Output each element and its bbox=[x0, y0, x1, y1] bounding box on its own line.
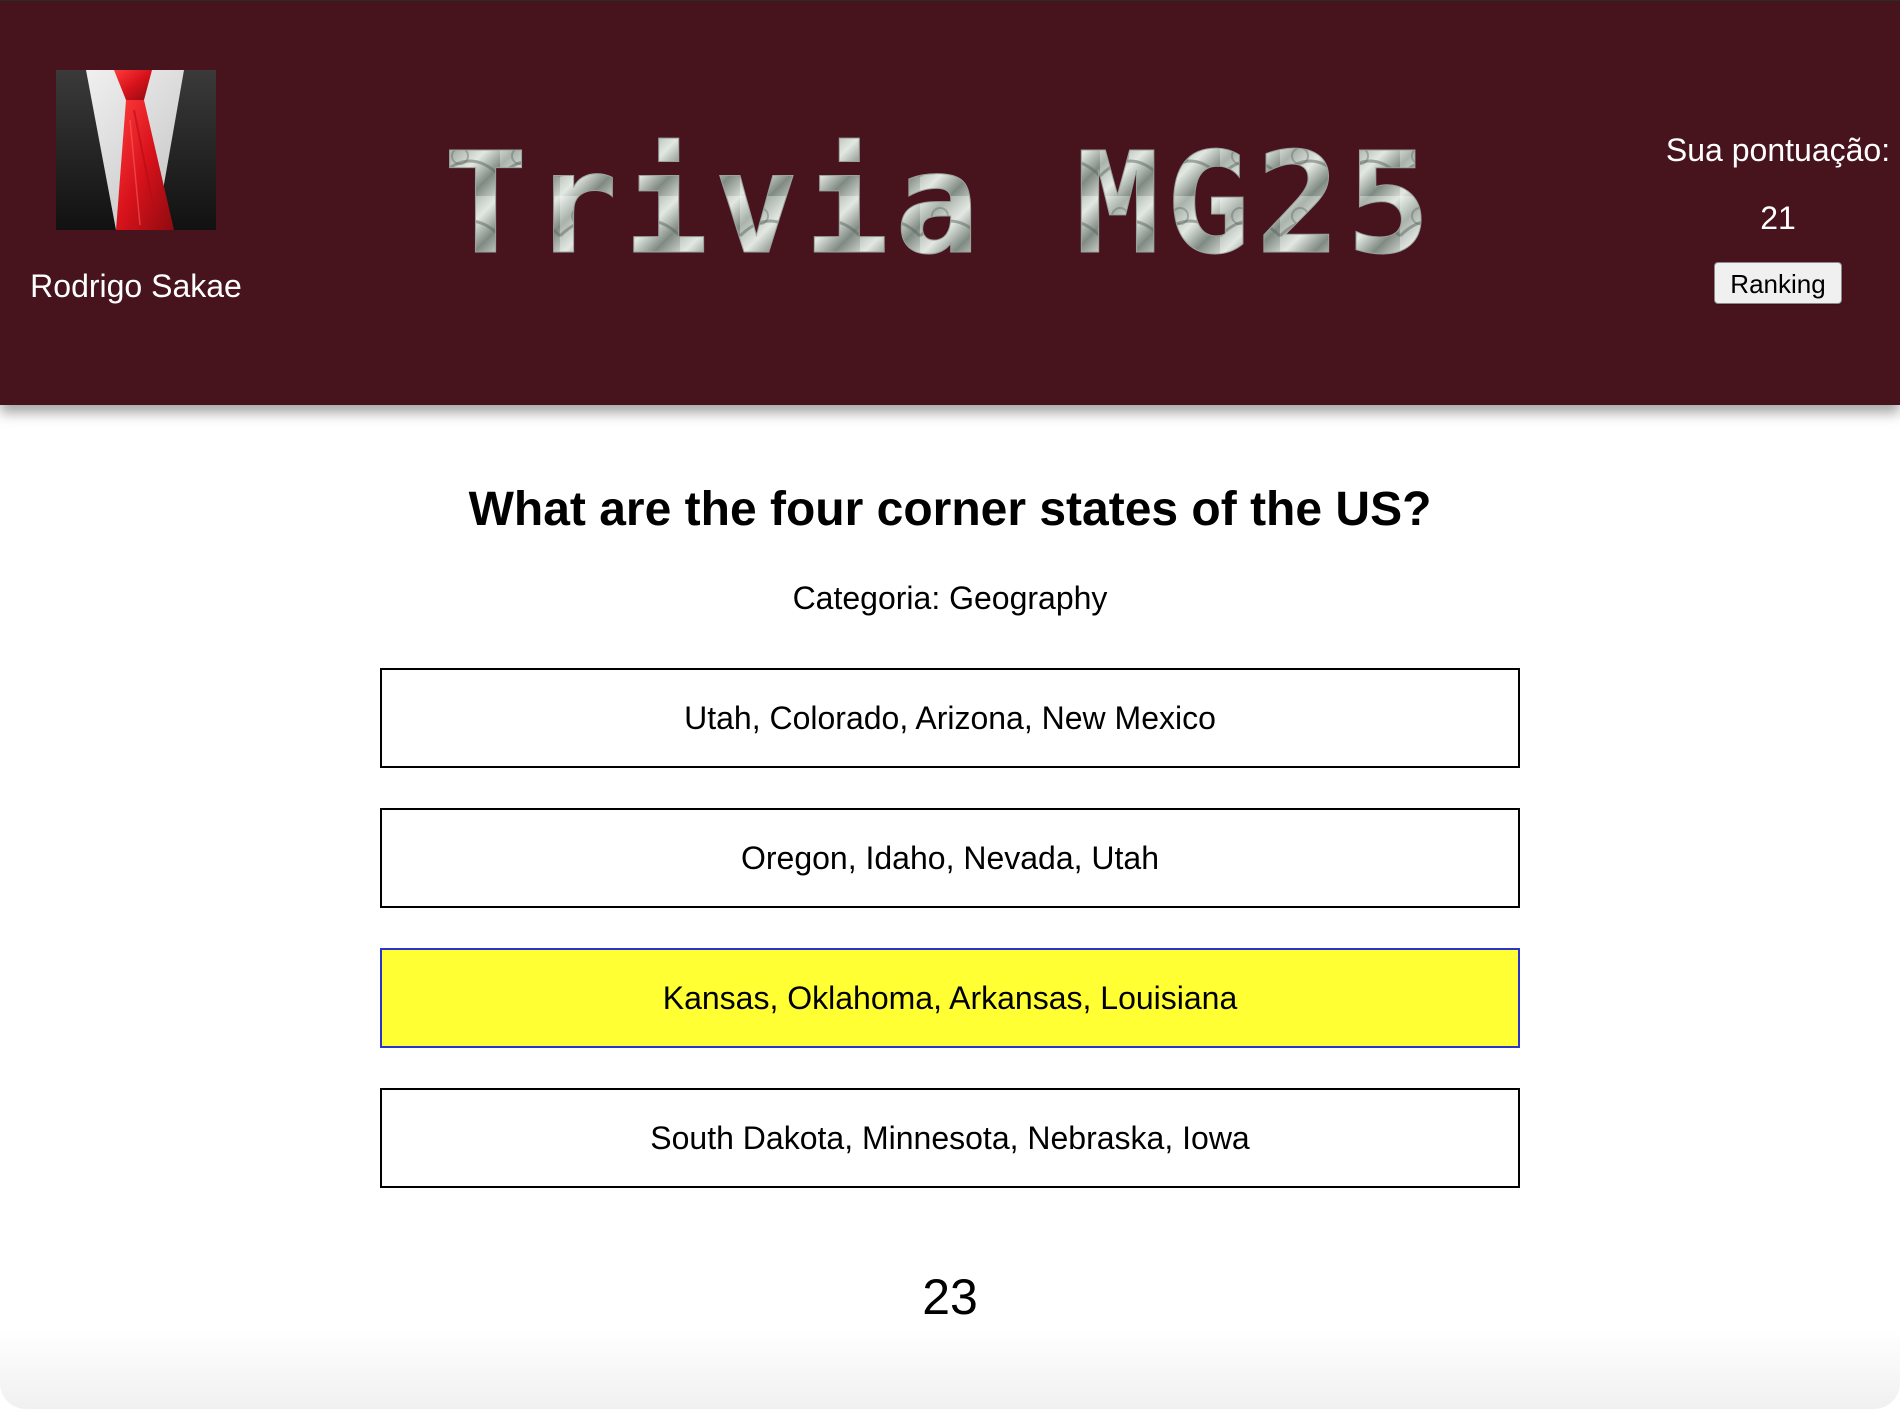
answer-option-1[interactable]: Utah, Colorado, Arizona, New Mexico bbox=[380, 668, 1520, 768]
countdown-timer: 23 bbox=[922, 1269, 978, 1325]
answer-label: Oregon, Idaho, Nevada, Utah bbox=[740, 839, 1160, 876]
answer-option-3[interactable]: Kansas, Oklahoma, Arkansas, Louisiana bbox=[380, 948, 1520, 1048]
header-bar: Rodrigo Sakae Trivia MG25 Sua pontuação:… bbox=[0, 0, 1900, 405]
tie-avatar-image bbox=[56, 70, 216, 230]
answer-option-2[interactable]: Oregon, Idaho, Nevada, Utah bbox=[380, 808, 1520, 908]
score-value: 21 bbox=[1760, 200, 1796, 236]
answer-option-4[interactable]: South Dakota, Minnesota, Nebraska, Iowa bbox=[380, 1088, 1520, 1188]
answer-label: South Dakota, Minnesota, Nebraska, Iowa bbox=[650, 1119, 1250, 1156]
page-bottom-shadow bbox=[0, 1329, 1900, 1409]
answer-list: Utah, Colorado, Arizona, New Mexico Oreg… bbox=[380, 668, 1520, 1228]
trivia-logo-wordmark: Trivia MG25 bbox=[443, 123, 1436, 287]
score-panel: Sua pontuação: 21 Ranking bbox=[1656, 126, 1900, 304]
answer-label: Kansas, Oklahoma, Arkansas, Louisiana bbox=[662, 979, 1238, 1016]
trivia-page: Rodrigo Sakae Trivia MG25 Sua pontuação:… bbox=[0, 0, 1900, 1409]
question-text: What are the four corner states of the U… bbox=[468, 483, 1432, 536]
avatar bbox=[56, 70, 216, 230]
app-logo: Trivia MG25 bbox=[440, 123, 1440, 287]
answer-label: Utah, Colorado, Arizona, New Mexico bbox=[684, 699, 1216, 736]
ranking-button[interactable]: Ranking bbox=[1714, 262, 1842, 304]
user-name: Rodrigo Sakae bbox=[30, 268, 242, 304]
score-label: Sua pontuação: bbox=[1665, 132, 1891, 168]
logo-text: Trivia MG25 bbox=[443, 136, 1436, 266]
question-category: Categoria: Geography bbox=[792, 580, 1108, 616]
